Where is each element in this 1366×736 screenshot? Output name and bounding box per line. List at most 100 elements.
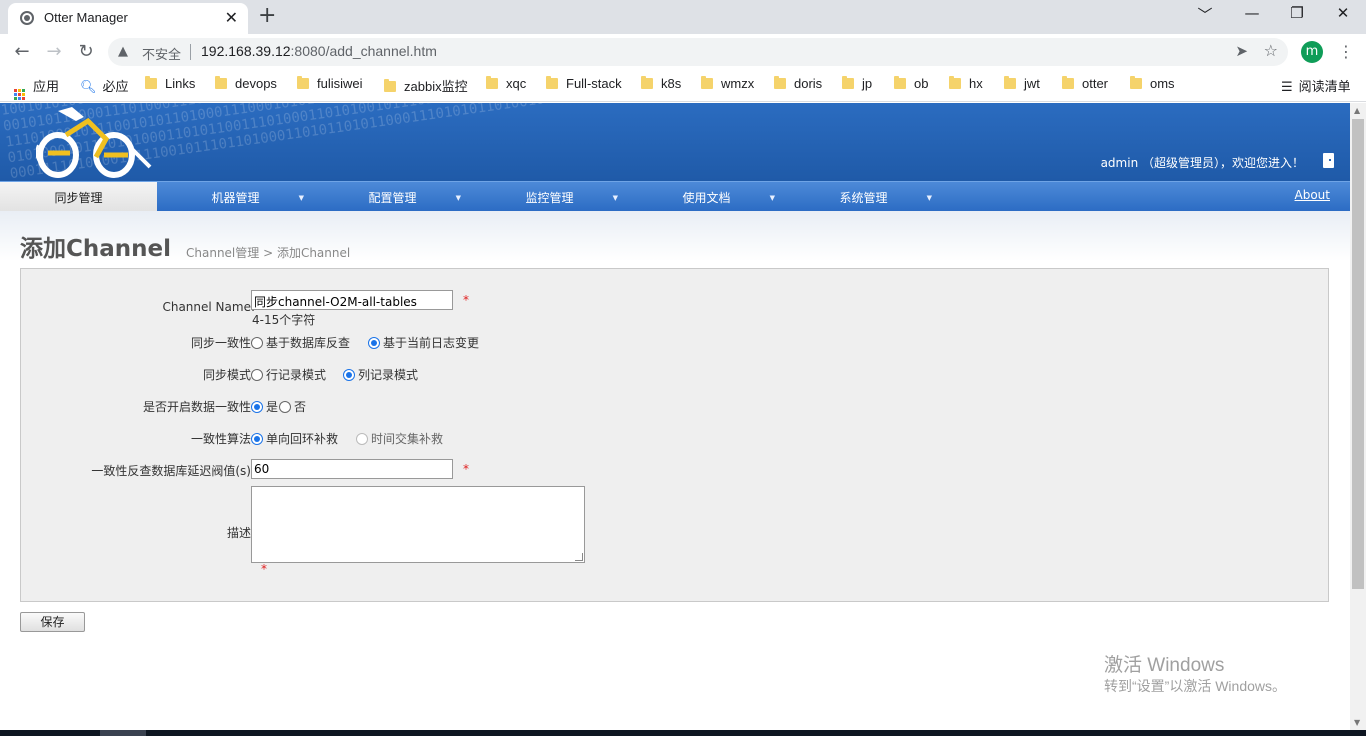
sync-mode-option-column[interactable]: 列记录模式	[343, 366, 418, 383]
dropdown-arrow-icon: ▼	[769, 194, 775, 202]
bookmark-folder[interactable]: jwt	[1004, 76, 1040, 91]
folder-icon	[949, 76, 961, 89]
url-text[interactable]: 192.168.39.12:8080/add_channel.htm	[201, 43, 437, 59]
browser-tab[interactable]: Otter Manager ✕	[8, 3, 248, 34]
sync-mode-option-row[interactable]: 行记录模式	[251, 366, 326, 383]
bookmark-folder[interactable]: Full-stack	[546, 76, 622, 91]
bookmarks-bar: 应用 🔍︎ 必应 Links devops fulisiwei zabbix监控 …	[0, 70, 1366, 102]
consistency-option-db[interactable]: 基于数据库反查	[251, 334, 350, 351]
collapse-icon[interactable]: —	[1232, 4, 1272, 22]
reading-list-icon: ☰	[1281, 80, 1293, 95]
logout-icon[interactable]	[1323, 153, 1334, 168]
radio-selected-icon[interactable]	[251, 401, 263, 413]
radio-icon[interactable]	[279, 401, 291, 413]
browser-menu-icon[interactable]: ⋮	[1338, 41, 1354, 63]
menu-machine-management[interactable]: 机器管理 ▼	[157, 182, 314, 212]
bookmark-folder[interactable]: fulisiwei	[297, 76, 363, 91]
bookmark-folder[interactable]: hx	[949, 76, 983, 91]
radio-selected-icon[interactable]	[343, 369, 355, 381]
folder-icon	[1004, 76, 1016, 89]
new-tab-button[interactable]: +	[258, 4, 276, 28]
scroll-down-icon[interactable]: ▼	[1354, 718, 1360, 727]
enable-consistency-label: 是否开启数据一致性:	[142, 400, 255, 414]
folder-icon	[145, 76, 157, 89]
bookmark-folder[interactable]: wmzx	[701, 76, 754, 91]
radio-selected-icon[interactable]	[368, 337, 380, 349]
bookmark-bing[interactable]: 🔍︎ 必应	[80, 76, 129, 95]
main-menu: 同步管理 机器管理 ▼ 配置管理 ▼ 监控管理 ▼ 使用文档 ▼ 系统管理 ▼ About	[0, 181, 1350, 212]
radio-icon[interactable]	[251, 337, 263, 349]
menu-sync-management[interactable]: 同步管理	[0, 182, 157, 212]
send-tab-icon[interactable]: ➤	[1235, 42, 1248, 60]
delay-threshold-input[interactable]: 60	[251, 459, 453, 479]
folder-icon	[384, 79, 396, 92]
bookmark-folder[interactable]: doris	[774, 76, 822, 91]
bookmark-apps[interactable]: 应用	[14, 76, 59, 100]
delay-threshold-label: 一致性反查数据库延迟阀值(s):	[91, 464, 255, 478]
folder-icon	[215, 76, 227, 89]
breadcrumb[interactable]: Channel管理 > 添加Channel	[186, 244, 350, 261]
profile-avatar[interactable]: m	[1301, 41, 1323, 63]
otter-logo[interactable]	[36, 105, 156, 181]
bookmark-label: k8s	[661, 76, 682, 91]
vertical-scrollbar[interactable]: ▲ ▼	[1350, 103, 1366, 730]
insecure-label[interactable]: 不安全	[142, 44, 181, 63]
back-icon[interactable]: ←	[10, 41, 34, 63]
channel-name-input[interactable]: 同步channel-O2M-all-tables	[251, 290, 453, 310]
radio-selected-icon[interactable]	[251, 433, 263, 445]
folder-icon	[842, 76, 854, 89]
window-close-icon[interactable]: ✕	[1323, 4, 1363, 22]
minimize-icon[interactable]: ﹀	[1185, 4, 1225, 25]
bookmark-folder[interactable]: otter	[1062, 76, 1108, 91]
save-button[interactable]: 保存	[20, 612, 85, 632]
reading-list[interactable]: ☰ 阅读清单	[1281, 76, 1351, 95]
menu-monitor-management[interactable]: 监控管理 ▼	[471, 182, 628, 212]
about-link[interactable]: About	[1295, 188, 1330, 202]
bookmark-folder[interactable]: Links	[145, 76, 195, 91]
radio-icon[interactable]	[251, 369, 263, 381]
globe-icon	[20, 11, 34, 25]
bookmark-folder[interactable]: devops	[215, 76, 277, 91]
restore-icon[interactable]: ❐	[1277, 4, 1317, 22]
bookmark-label: 应用	[33, 79, 60, 94]
bookmark-label: hx	[969, 76, 983, 91]
scroll-up-icon[interactable]: ▲	[1354, 106, 1360, 115]
scrollbar-thumb[interactable]	[1352, 119, 1364, 589]
folder-icon	[1062, 76, 1074, 89]
bookmark-folder[interactable]: xqc	[486, 76, 526, 91]
bookmark-folder[interactable]: k8s	[641, 76, 681, 91]
folder-icon	[641, 76, 653, 89]
radio-disabled-icon	[356, 433, 368, 445]
bookmark-label: Links	[165, 76, 196, 91]
bookmark-folder[interactable]: oms	[1130, 76, 1175, 91]
channel-form: Channel Name: 同步channel-O2M-all-tables *…	[20, 268, 1329, 602]
bookmark-folder[interactable]: zabbix监控	[384, 76, 468, 95]
enable-consistency-no[interactable]: 否	[279, 398, 306, 415]
algorithm-option-loopback[interactable]: 单向回环补救	[251, 430, 338, 447]
menu-config-management[interactable]: 配置管理 ▼	[314, 182, 471, 212]
address-bar[interactable]: ▲ 不安全 192.168.39.12:8080/add_channel.htm…	[108, 38, 1288, 66]
option-label: 是	[266, 400, 279, 414]
menu-system-management[interactable]: 系统管理 ▼	[785, 182, 942, 212]
bookmark-label: zabbix监控	[404, 79, 468, 94]
activation-watermark-title: 激活 Windows	[1104, 655, 1225, 676]
taskbar-active-item[interactable]	[100, 730, 146, 736]
reload-icon[interactable]: ↻	[74, 41, 98, 63]
option-label: 列记录模式	[358, 368, 419, 382]
search-icon: 🔍︎	[80, 79, 97, 94]
description-textarea[interactable]	[251, 486, 585, 563]
bookmark-folder[interactable]: jp	[842, 76, 872, 91]
required-mark: *	[463, 293, 469, 307]
address-divider	[190, 44, 191, 60]
menu-docs[interactable]: 使用文档 ▼	[628, 182, 785, 212]
forward-icon[interactable]: →	[42, 41, 66, 63]
dropdown-arrow-icon: ▼	[455, 194, 461, 202]
bookmark-star-icon[interactable]: ☆	[1264, 41, 1278, 60]
consistency-option-log[interactable]: 基于当前日志变更	[368, 334, 479, 351]
bookmark-folder[interactable]: ob	[894, 76, 928, 91]
enable-consistency-yes[interactable]: 是	[251, 398, 278, 415]
tab-close-icon[interactable]: ✕	[225, 8, 238, 27]
menu-label: 配置管理	[368, 191, 417, 205]
folder-icon	[1130, 76, 1142, 89]
menu-label: 使用文档	[682, 191, 731, 205]
